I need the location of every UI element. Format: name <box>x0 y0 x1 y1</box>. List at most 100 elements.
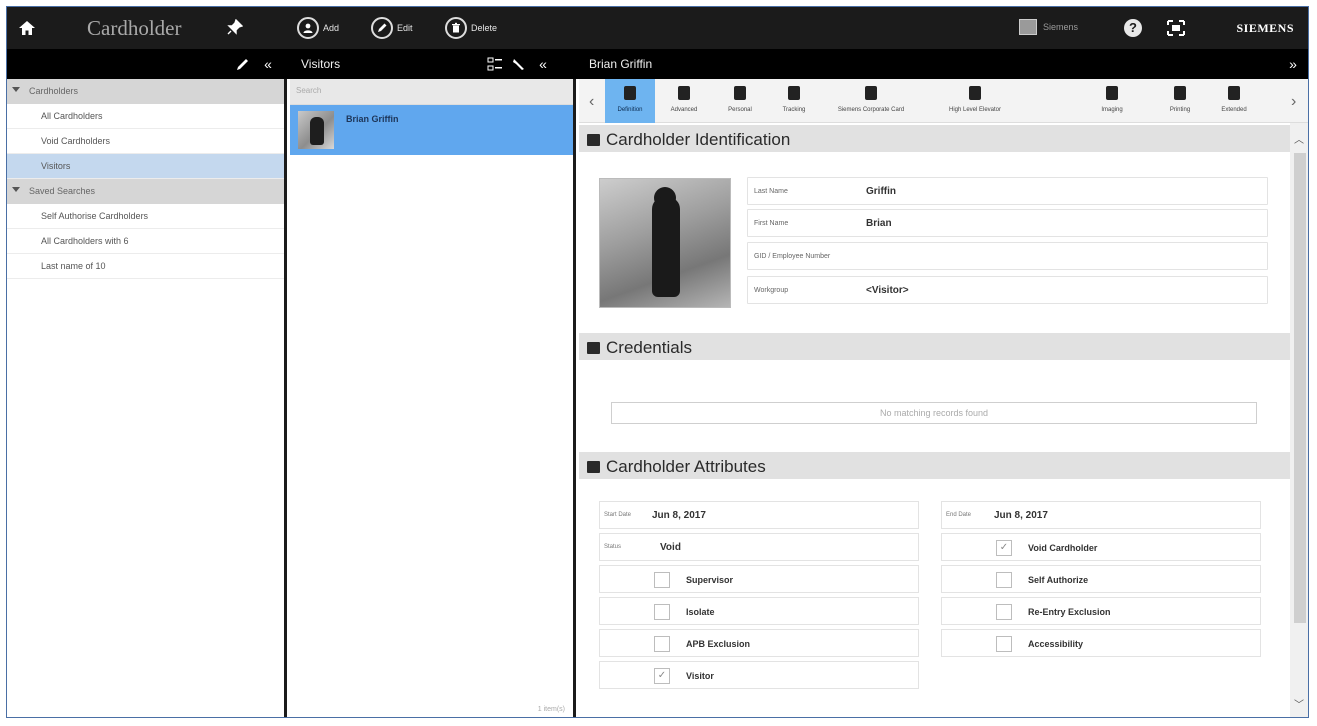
status-field[interactable]: Status Void <box>599 533 919 561</box>
credentials-empty-message: No matching records found <box>611 402 1257 424</box>
section-attributes-header[interactable]: Cardholder Attributes <box>579 452 1290 479</box>
accessibility-checkbox[interactable] <box>996 636 1012 652</box>
add-person-icon <box>297 17 319 39</box>
start-date-field[interactable]: Start Date Jun 8, 2017 <box>599 501 919 529</box>
top-toolbar: Cardholder Add Edit Delete Siemens ? SIE… <box>7 7 1308 49</box>
tree-group-cardholders[interactable]: Cardholders <box>7 79 284 104</box>
tab-personal[interactable]: Personal <box>715 79 765 123</box>
employee-number-field[interactable]: GID / Employee Number <box>747 242 1268 270</box>
edit-tree-icon[interactable] <box>235 56 251 72</box>
section-identification-header[interactable]: Cardholder Identification <box>579 125 1290 152</box>
supervisor-checkbox[interactable] <box>654 572 670 588</box>
workgroup-field[interactable]: Workgroup <Visitor> <box>747 276 1268 304</box>
help-icon[interactable]: ? <box>1124 19 1142 37</box>
tab-tracking[interactable]: Tracking <box>769 79 819 123</box>
personal-icon <box>734 86 746 100</box>
search-input[interactable]: Search <box>290 79 573 105</box>
home-icon[interactable] <box>17 18 37 38</box>
caret-down-icon[interactable] <box>12 187 20 192</box>
section-credentials-header[interactable]: Credentials <box>579 333 1290 360</box>
detail-panel-title: Brian Griffin <box>589 57 653 71</box>
tree-item-self-authorise[interactable]: Self Authorise Cardholders <box>7 204 284 229</box>
self-authorize-checkbox[interactable] <box>996 572 1012 588</box>
re-entry-exclusion-checkbox[interactable] <box>996 604 1012 620</box>
expand-right-icon[interactable]: » <box>1285 56 1301 72</box>
list-panel-title: Visitors <box>301 57 341 71</box>
list-item-name: Brian Griffin <box>346 114 399 124</box>
user-icon <box>1019 19 1037 35</box>
user-name: Siemens <box>1043 22 1079 32</box>
list-view-icon[interactable] <box>487 56 503 72</box>
edit-button-label: Edit <box>397 23 413 33</box>
cardholder-detail-panel: ‹ Definition Advanced Personal Tracking … <box>579 79 1308 717</box>
tab-printing[interactable]: Printing <box>1155 79 1205 123</box>
tab-scroll-left-icon[interactable]: ‹ <box>589 93 594 111</box>
isolate-checkbox-row[interactable]: Isolate <box>599 597 919 625</box>
tree-item-last-name-10[interactable]: Last name of 10 <box>7 254 284 279</box>
add-button-label: Add <box>323 23 340 33</box>
edit-button[interactable]: Edit <box>371 15 413 41</box>
tracking-icon <box>788 86 800 100</box>
visitor-checkbox[interactable]: ✓ <box>654 668 670 684</box>
app-title: Cardholder <box>87 16 182 40</box>
detail-content: Cardholder Identification Last Name Grif… <box>579 123 1290 717</box>
apb-exclusion-checkbox[interactable] <box>654 636 670 652</box>
camera-icon <box>1106 86 1118 100</box>
id-card-icon <box>587 134 600 146</box>
tree-group-label: Saved Searches <box>29 186 96 196</box>
tree-item-all-cardholders[interactable]: All Cardholders <box>7 104 284 129</box>
tab-definition[interactable]: Definition <box>605 79 655 123</box>
elevator-icon <box>969 86 981 100</box>
item-count: 1 item(s) <box>537 706 565 713</box>
accessibility-checkbox-row[interactable]: Accessibility <box>941 629 1261 657</box>
re-entry-exclusion-checkbox-row[interactable]: Re-Entry Exclusion <box>941 597 1261 625</box>
last-name-field[interactable]: Last Name Griffin <box>747 177 1268 205</box>
add-button[interactable]: Add <box>297 15 339 41</box>
wrench-icon[interactable] <box>511 56 527 72</box>
document-icon <box>678 86 690 100</box>
void-cardholder-checkbox[interactable]: ✓ <box>996 540 1012 556</box>
printer-icon <box>1174 86 1186 100</box>
person-icon <box>624 86 636 100</box>
scroll-up-icon[interactable]: ︿ <box>1294 131 1304 146</box>
tab-scroll-right-icon[interactable]: › <box>1291 93 1296 111</box>
first-name-field[interactable]: First Name Brian <box>747 209 1268 237</box>
tree-item-visitors[interactable]: Visitors <box>7 154 284 179</box>
tree-group-label: Cardholders <box>29 86 79 96</box>
attributes-icon <box>587 461 600 473</box>
card-icon <box>865 86 877 100</box>
apb-exclusion-checkbox-row[interactable]: APB Exclusion <box>599 629 919 657</box>
visitor-checkbox-row[interactable]: ✓ Visitor <box>599 661 919 689</box>
cardholder-photo <box>599 178 731 308</box>
pin-icon[interactable] <box>227 19 243 35</box>
panel-header-bar: « Visitors « Brian Griffin » <box>7 49 1308 79</box>
tree-item-all-with-6[interactable]: All Cardholders with 6 <box>7 229 284 254</box>
user-menu[interactable]: Siemens <box>1019 19 1078 35</box>
tab-extended[interactable]: Extended <box>1209 79 1259 123</box>
tree-group-saved-searches[interactable]: Saved Searches <box>7 179 284 204</box>
tab-imaging[interactable]: Imaging <box>1087 79 1137 123</box>
void-cardholder-checkbox-row[interactable]: ✓ Void Cardholder <box>941 533 1261 561</box>
fullscreen-icon[interactable] <box>1167 20 1185 36</box>
self-authorize-checkbox-row[interactable]: Self Authorize <box>941 565 1261 593</box>
vertical-scrollbar[interactable]: ︿ ﹀ <box>1290 123 1308 717</box>
tab-siemens-corporate-card[interactable]: Siemens Corporate Card <box>823 79 919 123</box>
supervisor-checkbox-row[interactable]: Supervisor <box>599 565 919 593</box>
collapse-list-icon[interactable]: « <box>535 56 551 72</box>
tab-high-level-elevator[interactable]: High Level Elevator <box>925 79 1025 123</box>
navigation-tree: Cardholders All Cardholders Void Cardhol… <box>7 79 287 717</box>
delete-button[interactable]: Delete <box>445 15 497 41</box>
trash-icon <box>445 17 467 39</box>
collapse-left-icon[interactable]: « <box>260 56 276 72</box>
scrollbar-thumb[interactable] <box>1294 153 1306 623</box>
extended-icon <box>1228 86 1240 100</box>
tree-item-void-cardholders[interactable]: Void Cardholders <box>7 129 284 154</box>
tab-advanced[interactable]: Advanced <box>659 79 709 123</box>
caret-down-icon[interactable] <box>12 87 20 92</box>
scroll-down-icon[interactable]: ﹀ <box>1294 696 1304 711</box>
list-item[interactable]: Brian Griffin <box>290 105 573 155</box>
end-date-field[interactable]: End Date Jun 8, 2017 <box>941 501 1261 529</box>
isolate-checkbox[interactable] <box>654 604 670 620</box>
pencil-icon <box>371 17 393 39</box>
brand-logo: SIEMENS <box>1236 21 1294 35</box>
